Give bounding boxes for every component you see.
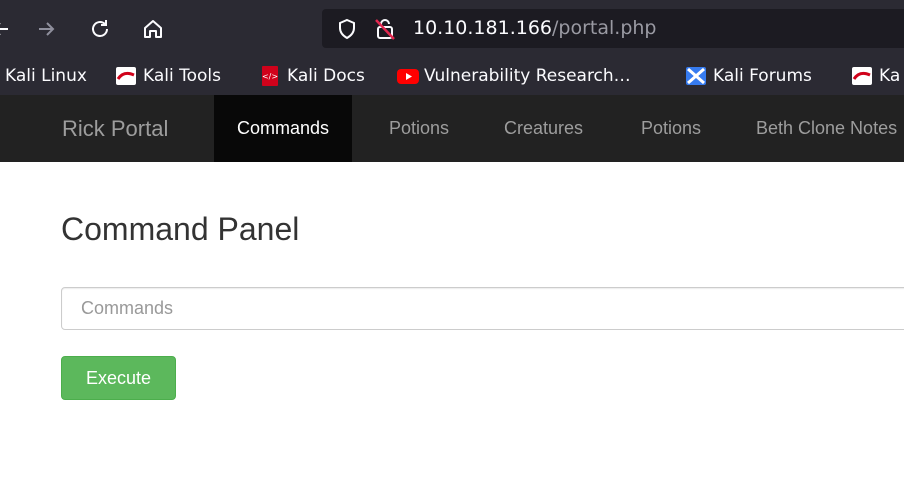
page-title: Command Panel bbox=[61, 211, 300, 247]
insecure-lock-icon[interactable] bbox=[374, 17, 396, 45]
nav-beth-clone-notes[interactable]: Beth Clone Notes bbox=[733, 95, 904, 162]
bookmark-label: Kali Forums bbox=[713, 66, 812, 86]
bookmark-label: Kali Tools bbox=[143, 66, 221, 86]
address-bar[interactable]: 10.10.181.166/portal.php bbox=[322, 9, 904, 48]
forward-arrow-icon[interactable] bbox=[31, 12, 61, 46]
bookmark-kali-tools[interactable]: Kali Tools bbox=[115, 63, 221, 89]
bookmark-kali-forums[interactable]: Kali Forums bbox=[685, 63, 812, 89]
kali-icon bbox=[115, 65, 137, 87]
execute-button[interactable]: Execute bbox=[61, 356, 176, 400]
kali-docs-icon: </> bbox=[259, 65, 281, 87]
reload-icon[interactable] bbox=[85, 12, 115, 46]
url-text[interactable]: 10.10.181.166/portal.php bbox=[413, 16, 657, 40]
url-path: /portal.php bbox=[552, 17, 657, 39]
bookmark-label: Kali Linux bbox=[5, 66, 87, 86]
nav-commands[interactable]: Commands bbox=[214, 95, 353, 162]
shield-icon[interactable] bbox=[336, 18, 358, 44]
home-icon[interactable] bbox=[138, 12, 168, 46]
nav-potions-2[interactable]: Potions bbox=[618, 95, 724, 162]
back-arrow-icon[interactable] bbox=[0, 12, 16, 46]
browser-toolbar: 10.10.181.166/portal.php bbox=[0, 0, 904, 57]
bookmark-vulnerability-research[interactable]: Vulnerability Research… bbox=[396, 63, 631, 89]
bookmark-label: Ka bbox=[879, 66, 901, 86]
site-navbar: Rick Portal Commands Potions Creatures P… bbox=[0, 95, 904, 162]
kali-icon bbox=[851, 65, 873, 87]
kali-forums-icon bbox=[685, 65, 707, 87]
url-host: 10.10.181.166 bbox=[413, 17, 553, 39]
bookmarks-bar: Kali Linux Kali Tools </> Kali Docs Vuln… bbox=[0, 57, 904, 95]
svg-text:</>: </> bbox=[262, 72, 278, 81]
commands-input[interactable] bbox=[61, 287, 904, 330]
nav-potions[interactable]: Potions bbox=[366, 95, 472, 162]
site-brand[interactable]: Rick Portal bbox=[62, 116, 168, 142]
bookmark-kali-overflow[interactable]: Ka bbox=[851, 63, 900, 89]
bookmark-label: Kali Docs bbox=[287, 66, 365, 86]
bookmark-label: Vulnerability Research… bbox=[424, 66, 631, 86]
nav-creatures[interactable]: Creatures bbox=[481, 95, 606, 162]
bookmark-kali-docs[interactable]: </> Kali Docs bbox=[259, 63, 365, 89]
bookmark-kali-linux[interactable]: Kali Linux bbox=[5, 63, 87, 89]
youtube-icon bbox=[396, 65, 419, 87]
